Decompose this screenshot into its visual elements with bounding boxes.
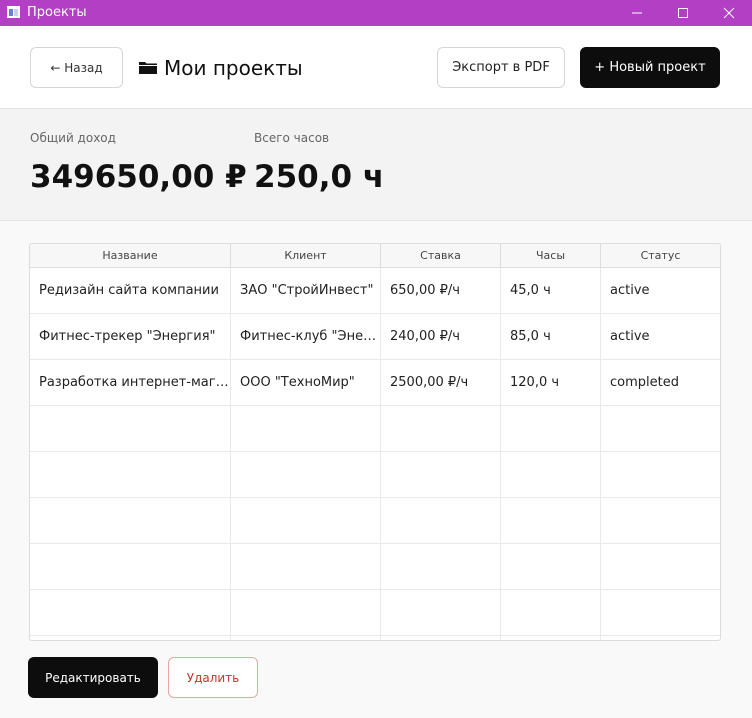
total-hours-label: Всего часов	[254, 131, 330, 145]
column-header-hours[interactable]: Часы	[501, 244, 601, 268]
table-row[interactable]: Фитнес-трекер "Энергия" Фитнес-клуб "Эне…	[30, 314, 720, 360]
column-divider	[600, 268, 601, 640]
folder-icon	[139, 62, 157, 74]
cell-client: Фитнес-клуб "Эне…	[240, 329, 377, 344]
minimize-icon	[632, 12, 642, 14]
window-titlebar: Проекты	[0, 0, 752, 26]
window-title: Проекты	[27, 5, 87, 20]
export-pdf-button[interactable]: Экспорт в PDF	[437, 47, 565, 88]
column-divider	[230, 268, 231, 640]
cell-rate: 2500,00 ₽/ч	[390, 375, 469, 390]
empty-row	[30, 406, 720, 452]
close-button[interactable]	[706, 0, 752, 26]
close-icon	[723, 7, 735, 19]
column-header-rate[interactable]: Ставка	[381, 244, 501, 268]
page-title: Мои проекты	[164, 56, 303, 80]
cell-rate: 650,00 ₽/ч	[390, 283, 460, 298]
cell-name: Редизайн сайта компании	[39, 283, 219, 298]
column-header-status[interactable]: Статус	[601, 244, 720, 268]
minimize-button[interactable]	[614, 0, 660, 26]
cell-name: Фитнес-трекер "Энергия"	[39, 329, 216, 344]
cell-name: Разработка интернет-мага…	[39, 375, 231, 390]
cell-client: ООО "ТехноМир"	[240, 375, 355, 390]
empty-row	[30, 498, 720, 544]
app-icon	[7, 6, 20, 18]
empty-row	[30, 590, 720, 636]
column-header-name[interactable]: Название	[30, 244, 231, 268]
delete-button[interactable]: Удалить	[168, 657, 258, 698]
total-income-value: 349650,00 ₽	[30, 159, 247, 195]
table-header: Название Клиент Ставка Часы Статус	[30, 244, 720, 268]
cell-status: completed	[610, 375, 679, 390]
cell-status: active	[610, 329, 650, 344]
new-project-button[interactable]: + Новый проект	[580, 47, 720, 88]
cell-hours: 120,0 ч	[510, 375, 560, 390]
back-button[interactable]: ← Назад	[30, 47, 123, 88]
column-divider	[500, 268, 501, 640]
empty-row	[30, 452, 720, 498]
column-header-client[interactable]: Клиент	[231, 244, 381, 268]
cell-hours: 45,0 ч	[510, 283, 551, 298]
stats-panel: Общий доход 349650,00 ₽ Всего часов 250,…	[0, 109, 752, 221]
projects-table[interactable]: Название Клиент Ставка Часы Статус Редиз…	[29, 243, 721, 641]
cell-hours: 85,0 ч	[510, 329, 551, 344]
edit-button[interactable]: Редактировать	[28, 657, 158, 698]
total-income-label: Общий доход	[30, 131, 116, 145]
table-row[interactable]: Разработка интернет-мага… ООО "ТехноМир"…	[30, 360, 720, 406]
column-divider	[380, 268, 381, 640]
page-header: ← Назад Мои проекты Экспорт в PDF + Новы…	[0, 26, 752, 109]
table-row[interactable]: Редизайн сайта компании ЗАО "СтройИнвест…	[30, 268, 720, 314]
maximize-button[interactable]	[660, 0, 706, 26]
empty-row	[30, 544, 720, 590]
cell-status: active	[610, 283, 650, 298]
total-hours-value: 250,0 ч	[254, 159, 385, 195]
cell-rate: 240,00 ₽/ч	[390, 329, 460, 344]
cell-client: ЗАО "СтройИнвест"	[240, 283, 374, 298]
maximize-icon	[678, 8, 688, 18]
